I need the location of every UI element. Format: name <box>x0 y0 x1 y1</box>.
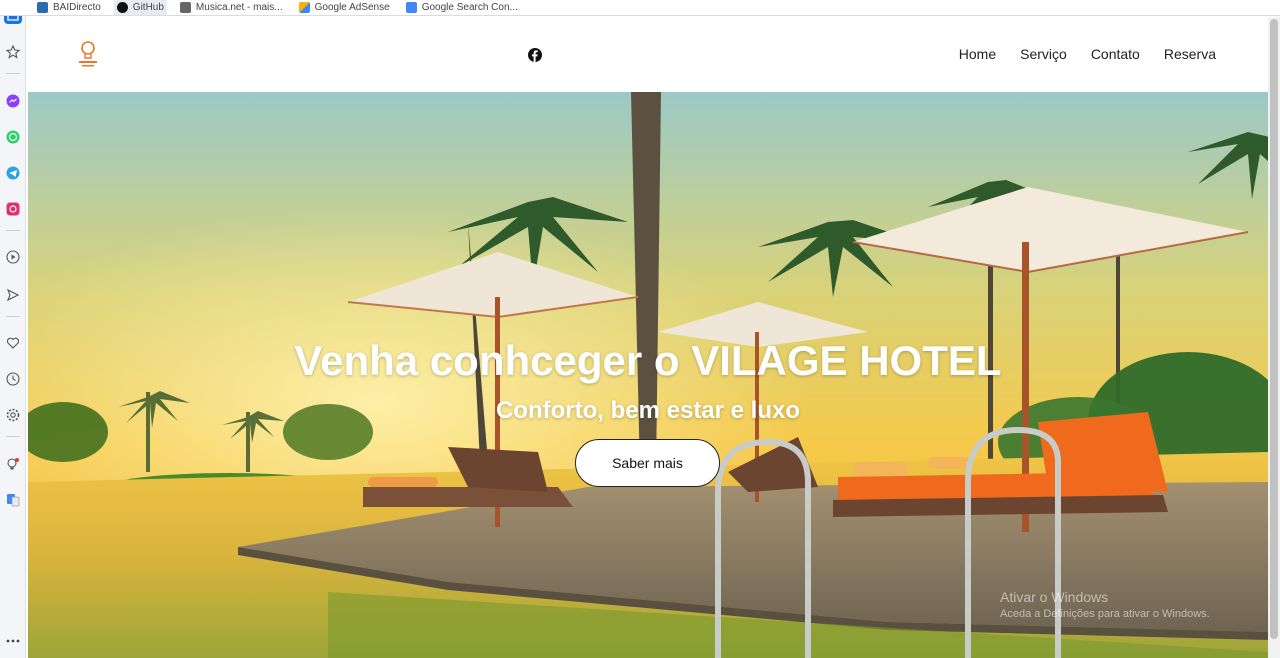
scrollbar-thumb[interactable] <box>1270 19 1278 639</box>
heart-icon[interactable] <box>4 334 22 352</box>
more-icon[interactable] <box>4 632 22 650</box>
nav-contato[interactable]: Contato <box>1091 46 1140 62</box>
player-icon[interactable] <box>4 248 22 266</box>
instagram-icon[interactable] <box>4 200 22 218</box>
bookmark-label: Google Search Con... <box>421 2 518 13</box>
watermark-line2: Aceda a Definições para ativar o Windows… <box>1000 608 1210 620</box>
messenger-icon[interactable] <box>4 92 22 110</box>
telegram-icon[interactable] <box>4 164 22 182</box>
whatsapp-icon[interactable] <box>4 128 22 146</box>
bookmark-adsense[interactable]: Google AdSense <box>296 0 393 15</box>
send-icon[interactable] <box>4 286 22 304</box>
bulb-icon[interactable] <box>4 455 22 473</box>
bookmark-search-console[interactable]: Google Search Con... <box>403 0 521 15</box>
main-menu: Home Serviço Contato Reserva <box>959 46 1216 62</box>
search-console-icon <box>405 2 417 13</box>
bookmark-label: Musica.net - mais... <box>195 2 283 13</box>
windows-activation-watermark: Ativar o Windows Aceda a Definições para… <box>1000 589 1210 623</box>
bookmark-musica[interactable]: Musica.net - mais... <box>177 0 286 15</box>
page-scrollbar[interactable] <box>1268 17 1280 658</box>
watermark-line1: Ativar o Windows <box>1000 589 1109 605</box>
bookmark-bai[interactable]: BAIDirecto <box>34 0 104 15</box>
site-navbar: Home Serviço Contato Reserva <box>28 17 1268 92</box>
nav-servico[interactable]: Serviço <box>1020 46 1067 62</box>
lightbulb-logo-icon[interactable] <box>76 39 100 69</box>
bookmark-label: Google AdSense <box>314 2 390 13</box>
nav-home[interactable]: Home <box>959 46 996 62</box>
hero-subtitle: Conforto, bem estar e luxo <box>495 397 801 424</box>
star-icon[interactable] <box>4 43 22 61</box>
bookmark-label: BAIDirecto <box>53 2 101 13</box>
bookmarks-bar: BAIDirecto GitHub Musica.net - mais... G… <box>0 0 1280 16</box>
saber-mais-button[interactable]: Saber mais <box>575 439 720 487</box>
history-icon[interactable] <box>4 370 22 388</box>
web-page: Home Serviço Contato Reserva Venha conhc… <box>28 17 1268 658</box>
bookmark-label: GitHub <box>132 2 164 13</box>
translate-icon[interactable] <box>4 491 22 509</box>
hero-title: Venha conhceger o VILAGE HOTEL <box>294 337 1002 384</box>
browser-sidebar <box>0 0 26 658</box>
settings-icon[interactable] <box>4 406 22 424</box>
bookmark-github[interactable]: GitHub <box>113 0 167 15</box>
hero-section: Venha conhceger o VILAGE HOTEL Conforto,… <box>28 92 1268 658</box>
bai-icon <box>37 2 48 13</box>
adsense-icon <box>298 2 310 13</box>
facebook-icon[interactable] <box>528 48 542 62</box>
github-icon <box>116 2 128 13</box>
page-icon <box>179 2 191 13</box>
nav-reserva[interactable]: Reserva <box>1164 46 1216 62</box>
